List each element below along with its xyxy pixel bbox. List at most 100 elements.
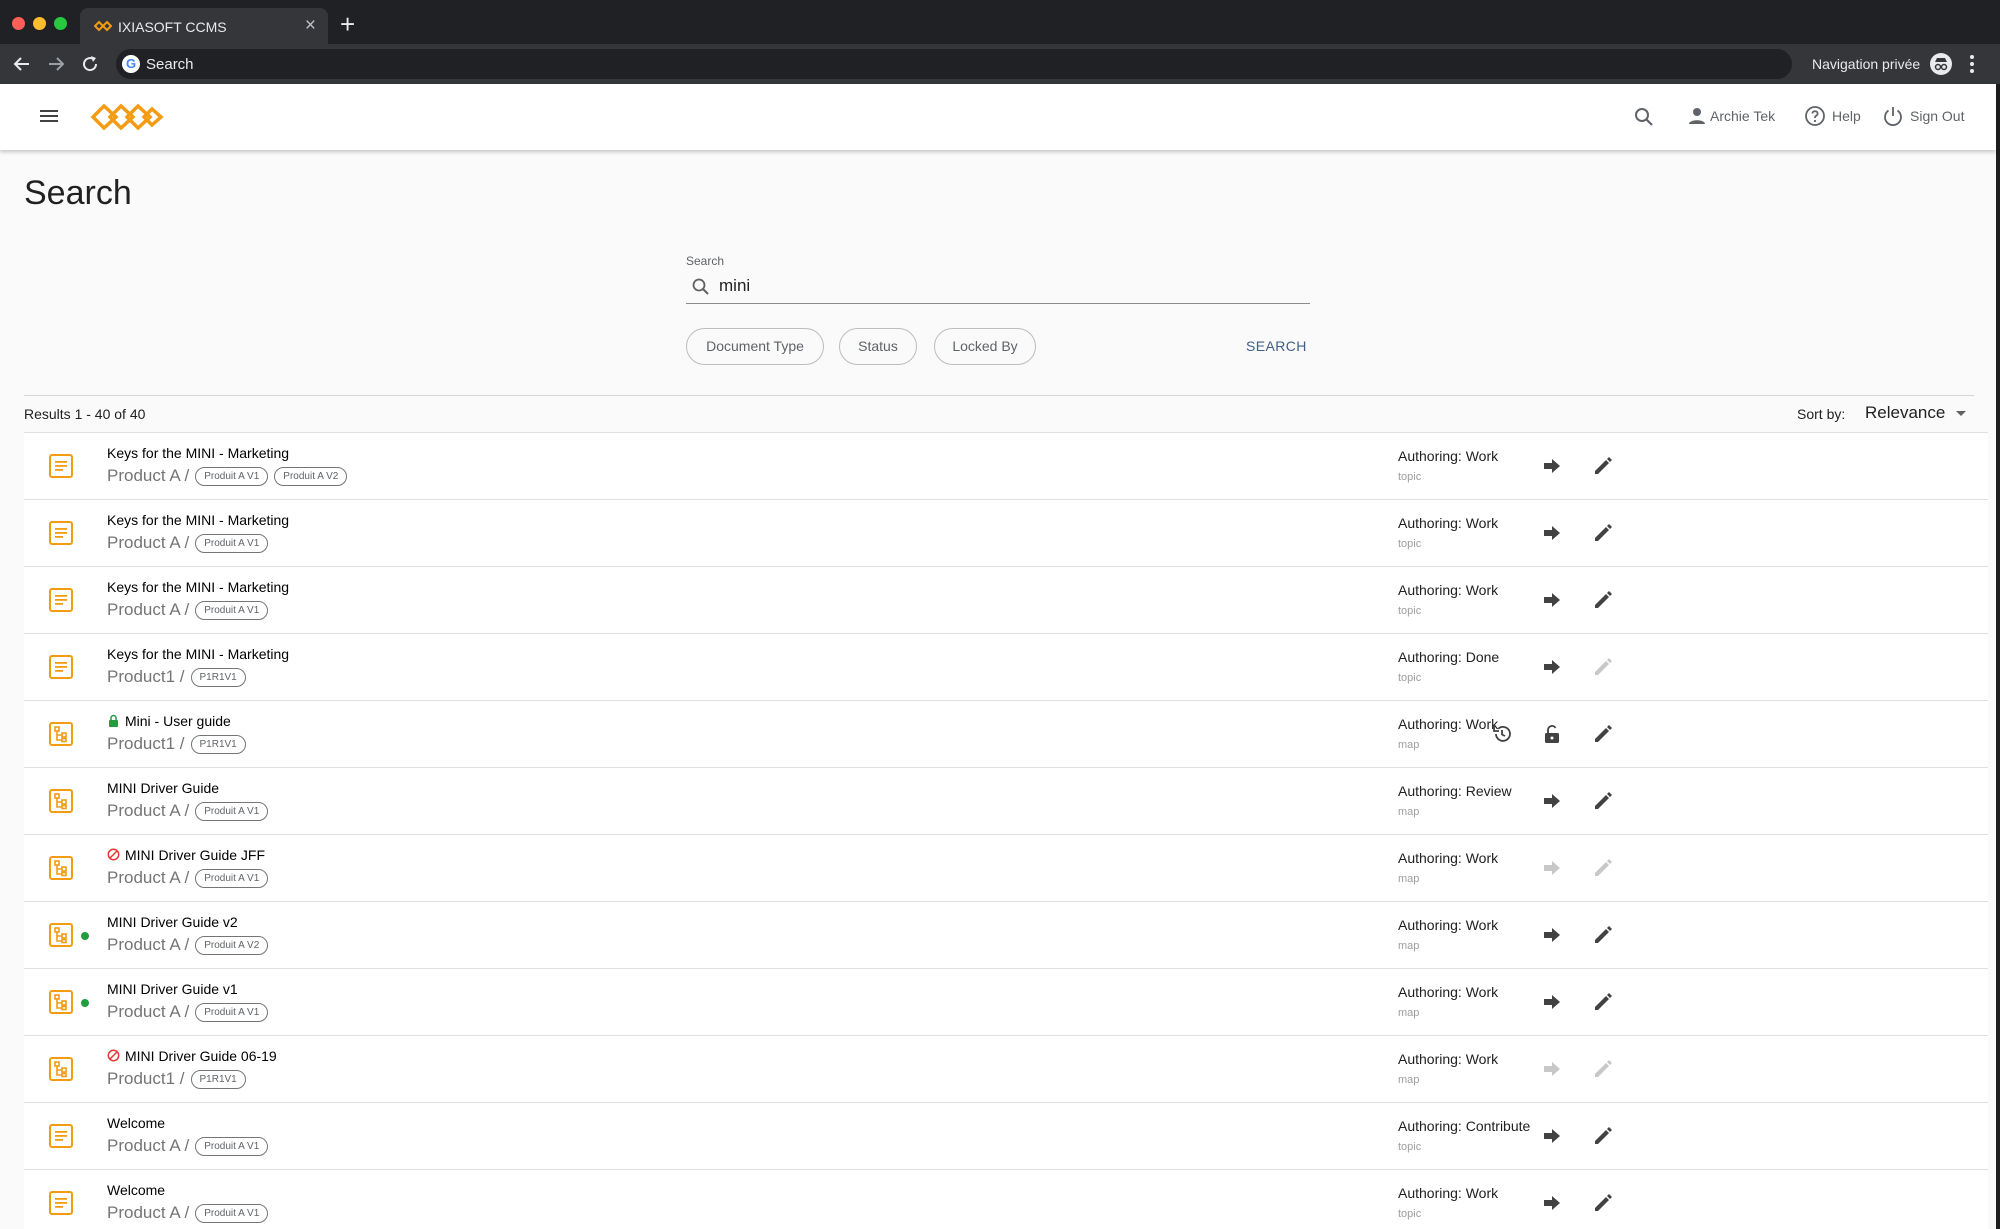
branch-badge: P1R1V1 xyxy=(190,1069,246,1089)
forward-arrow-icon[interactable] xyxy=(44,52,68,76)
result-title[interactable]: Mini - User guide xyxy=(107,713,231,729)
address-bar[interactable]: G Search xyxy=(116,49,1792,79)
result-path: Product A / Produit A V1 Produit A V2 xyxy=(107,466,348,488)
branch-badge: Produit A V1 xyxy=(195,600,269,620)
browser-nav-bar: G Search Navigation privée xyxy=(0,44,2000,84)
header-search-icon[interactable] xyxy=(1632,105,1656,129)
result-title[interactable]: MINI Driver Guide v2 xyxy=(107,914,238,930)
result-title[interactable]: Welcome xyxy=(107,1115,165,1131)
result-row[interactable]: MINI Driver Guide Product A / Produit A V1… xyxy=(24,768,1988,835)
result-row[interactable]: Mini - User guide Product1 / P1R1V1 Authori… xyxy=(24,701,1988,768)
result-status: Authoring: Work xyxy=(1398,716,1499,732)
result-path: Product1 / P1R1V1 xyxy=(107,734,246,756)
edit-pencil-icon[interactable] xyxy=(1591,1191,1615,1215)
result-row[interactable]: MINI Driver Guide v2 Product A / Produit A… xyxy=(24,902,1988,969)
edit-pencil-icon[interactable] xyxy=(1591,454,1615,478)
result-title-text: MINI Driver Guide v2 xyxy=(107,914,238,930)
result-title-text: Mini - User guide xyxy=(125,713,231,729)
result-row[interactable]: Keys for the MINI - Marketing Product A /… xyxy=(24,433,1988,500)
result-path: Product A / Produit A V1 xyxy=(107,801,269,823)
edit-pencil-icon[interactable] xyxy=(1591,990,1615,1014)
user-name-link[interactable]: Archie Tek xyxy=(1710,108,1775,124)
sort-caret-icon[interactable] xyxy=(1956,411,1966,416)
open-arrow-icon[interactable] xyxy=(1540,454,1564,478)
result-doctype: map xyxy=(1398,739,1420,751)
sort-select[interactable]: Relevance xyxy=(1865,403,1945,423)
back-arrow-icon[interactable] xyxy=(10,52,34,76)
help-icon xyxy=(1805,106,1825,126)
result-title[interactable]: MINI Driver Guide v1 xyxy=(107,981,238,997)
product-name: Product1 / xyxy=(107,1069,185,1088)
open-arrow-icon[interactable] xyxy=(1540,655,1564,679)
edit-pencil-icon[interactable] xyxy=(1591,1124,1615,1148)
window-close-button[interactable] xyxy=(12,17,25,30)
window-zoom-button[interactable] xyxy=(54,17,67,30)
open-arrow-icon[interactable] xyxy=(1540,990,1564,1014)
edit-pencil-icon[interactable] xyxy=(1591,722,1615,746)
result-title[interactable]: MINI Driver Guide 06-19 xyxy=(107,1048,277,1064)
unlock-icon[interactable] xyxy=(1540,722,1564,746)
browser-tab[interactable]: IXIASOFT CCMS × xyxy=(80,8,328,44)
open-arrow-icon[interactable] xyxy=(1540,588,1564,612)
branch-badge: Produit A V1 xyxy=(195,868,269,888)
new-tab-button[interactable]: + xyxy=(340,9,355,40)
open-arrow-icon xyxy=(1544,861,1560,875)
result-title[interactable]: MINI Driver Guide xyxy=(107,780,219,796)
edit-pencil-icon[interactable] xyxy=(1591,789,1615,813)
results-divider xyxy=(24,395,1974,396)
filter-chip-document-type[interactable]: Document Type xyxy=(686,328,824,365)
open-arrow-icon[interactable] xyxy=(1540,923,1564,947)
result-row[interactable]: Keys for the MINI - Marketing Product A /… xyxy=(24,567,1988,634)
help-link[interactable]: Help xyxy=(1832,108,1861,124)
result-title[interactable]: Welcome xyxy=(107,1182,165,1198)
branch-badge: P1R1V1 xyxy=(190,734,246,754)
incognito-icon[interactable] xyxy=(1930,53,1952,75)
search-button[interactable]: SEARCH xyxy=(1246,338,1307,354)
filter-chip-locked-by[interactable]: Locked By xyxy=(934,328,1036,365)
search-input[interactable] xyxy=(719,273,1279,299)
result-row[interactable]: Keys for the MINI - Marketing Product1 /P… xyxy=(24,634,1988,701)
power-icon xyxy=(1884,107,1902,127)
branch-badge: Produit A V1 xyxy=(195,466,269,486)
tab-close-icon[interactable]: × xyxy=(305,15,316,37)
status-dot-icon xyxy=(81,999,89,1007)
search-page: Search Search Document Type Status Locke… xyxy=(0,150,1996,1229)
result-row[interactable]: Welcome Product A / Produit A V1 Authoring:… xyxy=(24,1103,1988,1170)
result-row[interactable]: MINI Driver Guide v1 Product A / Produit A… xyxy=(24,969,1988,1036)
map-icon xyxy=(49,856,73,880)
open-arrow-icon[interactable] xyxy=(1540,1191,1564,1215)
hamburger-menu-icon[interactable] xyxy=(38,105,60,127)
result-row[interactable]: MINI Driver Guide JFF Product A / Produit … xyxy=(24,835,1988,902)
product-name: Product A / xyxy=(107,1002,190,1021)
window-minimize-button[interactable] xyxy=(33,17,46,30)
sign-out-link[interactable]: Sign Out xyxy=(1910,108,1964,124)
edit-pencil-icon xyxy=(1595,1060,1612,1077)
lock-icon xyxy=(109,714,118,727)
result-doctype: map xyxy=(1398,873,1420,885)
blocked-icon xyxy=(107,848,120,861)
filter-chip-status[interactable]: Status xyxy=(839,328,917,365)
open-arrow-icon[interactable] xyxy=(1540,789,1564,813)
results-list: Keys for the MINI - Marketing Product A /… xyxy=(24,432,1988,1229)
ixiasoft-logo[interactable] xyxy=(90,100,164,134)
open-arrow-icon[interactable] xyxy=(1540,521,1564,545)
result-title[interactable]: Keys for the MINI - Marketing xyxy=(107,445,289,461)
topic-icon xyxy=(49,454,73,478)
result-row[interactable]: MINI Driver Guide 06-19 Product1 / P1R1V1 A… xyxy=(24,1036,1988,1103)
edit-pencil-icon[interactable] xyxy=(1591,923,1615,947)
result-title[interactable]: Keys for the MINI - Marketing xyxy=(107,512,289,528)
result-title[interactable]: Keys for the MINI - Marketing xyxy=(107,579,289,595)
result-title[interactable]: MINI Driver Guide JFF xyxy=(107,847,265,863)
topic-icon xyxy=(49,655,73,679)
result-doctype: topic xyxy=(1398,672,1422,684)
open-arrow-icon[interactable] xyxy=(1540,1124,1564,1148)
history-icon[interactable] xyxy=(1490,722,1514,746)
reload-icon[interactable] xyxy=(78,52,102,76)
edit-pencil-icon[interactable] xyxy=(1591,521,1615,545)
edit-pencil-icon[interactable] xyxy=(1591,588,1615,612)
result-title[interactable]: Keys for the MINI - Marketing xyxy=(107,646,289,662)
result-row[interactable]: Welcome Product A / Produit A V1 Authoring:… xyxy=(24,1170,1988,1229)
browser-menu-icon[interactable] xyxy=(1970,55,1974,73)
result-row[interactable]: Keys for the MINI - Marketing Product A /… xyxy=(24,500,1988,567)
open-arrow-icon xyxy=(1544,1062,1560,1076)
